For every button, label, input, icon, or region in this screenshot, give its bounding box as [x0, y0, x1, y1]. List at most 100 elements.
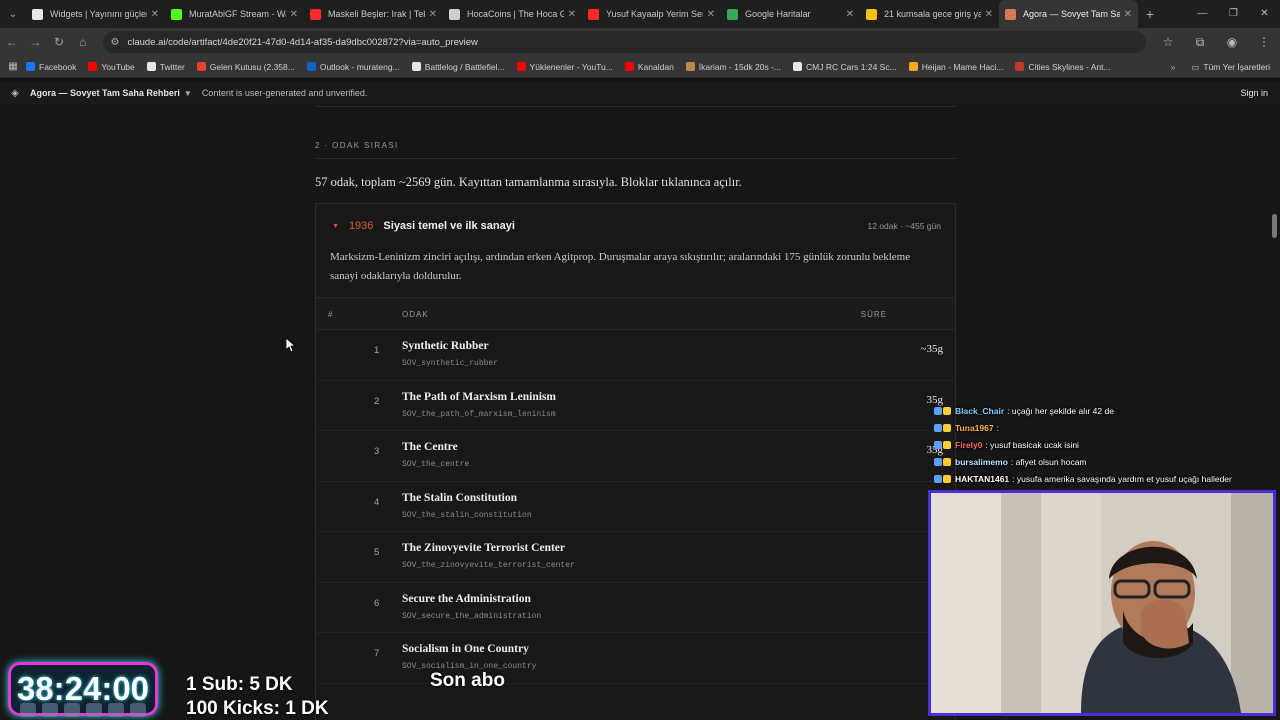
site-info-icon[interactable]: ⚙ [111, 37, 120, 48]
table-row[interactable]: 5 The Zinovyevite Terrorist Center SOV_the… [316, 532, 955, 583]
focus-name: Synthetic Rubber [402, 340, 489, 352]
taskbar-app-icon[interactable] [20, 703, 36, 717]
close-tab-icon[interactable]: ✕ [568, 9, 576, 20]
row-number: 3 [374, 446, 380, 457]
focus-name: The Centre [402, 441, 458, 453]
chat-username: bursalimemo [955, 456, 1008, 467]
browser-tab[interactable]: Widgets | Yayınını güçlen ✕ [26, 0, 165, 28]
table-row[interactable]: 6 Secure the Administration SOV_secure_the… [316, 583, 955, 633]
chat-text: : [996, 422, 999, 433]
close-tab-icon[interactable]: ✕ [151, 9, 159, 20]
close-tab-icon[interactable]: ✕ [1124, 9, 1132, 20]
divider [315, 158, 956, 159]
focus-name: Secure the Administration [402, 592, 531, 605]
browser-tab[interactable]: MuratAbiGF Stream - Wa ✕ [165, 0, 304, 28]
browser-tab[interactable]: Agora — Sovyet Tam Saha ✕ [999, 0, 1138, 28]
tab-title: 21 kumsala gece giriş yas [884, 9, 981, 19]
sign-in-button[interactable]: Sign in [1240, 88, 1268, 98]
tab-title: MuratAbiGF Stream - Wa [189, 9, 286, 19]
bookmark-favicon-icon [908, 62, 918, 71]
forward-icon[interactable]: → [24, 35, 48, 49]
bookmark-favicon-icon [196, 62, 206, 71]
all-bookmarks-label: Tüm Yer İşaretleri [1203, 62, 1270, 72]
row-number: 6 [374, 597, 380, 609]
table-row[interactable]: 3 The Centre SOV_the_centre 35g [316, 431, 955, 482]
focus-name: The Zinovyevite Terrorist Center [402, 542, 565, 554]
url-bar[interactable]: ⚙ claude.ai/code/artifact/4de20f21-47d0-… [102, 31, 1147, 53]
bookmarks-bar: ▦ Facebook YouTube Twitter Gelen Kutusu (2.… [0, 56, 1280, 78]
row-number: 2 [374, 395, 380, 407]
close-tab-icon[interactable]: ✕ [429, 9, 437, 20]
tab-favicon-icon [727, 8, 738, 20]
tab-title: Agora — Sovyet Tam Saha [1023, 9, 1120, 19]
profile-avatar-icon[interactable]: ◉ [1216, 35, 1248, 50]
close-tab-icon[interactable]: ✕ [985, 9, 993, 20]
browser-tab[interactable]: HocaCoins | The Hoca Ga ✕ [443, 0, 582, 28]
back-icon[interactable]: ← [0, 35, 24, 49]
bookmark-item[interactable]: Yüklenenler - YouTu... [516, 62, 613, 72]
minimize-icon[interactable]: — [1187, 0, 1218, 28]
stream-chat-overlay: Black_Chair: uçağı her şekilde alır 42 d… [934, 402, 1280, 487]
browser-menu-icon[interactable]: ⋮ [1248, 35, 1280, 50]
bookmark-item[interactable]: Facebook [26, 62, 76, 72]
bookmark-label: Battlelog / Battlefiel... [424, 61, 505, 72]
col-focus-header: ODAK [402, 310, 429, 319]
bookmark-item[interactable]: Gelen Kutusu (2.358... [196, 62, 295, 72]
chat-username: HAKTAN1461 [955, 473, 1010, 484]
chat-text: : uçağı her şekilde alır 42 de [1007, 405, 1114, 416]
taskbar-app-icon[interactable] [64, 703, 80, 717]
taskbar-app-icon[interactable] [130, 703, 146, 717]
focus-name: The Stalin Constitution [402, 491, 518, 504]
home-icon[interactable]: ⌂ [71, 35, 95, 49]
bookmark-item[interactable]: Twitter [146, 62, 185, 72]
bookmark-item[interactable]: Cities Skylines - Ant... [1015, 62, 1111, 72]
reload-icon[interactable]: ↻ [47, 35, 71, 49]
scrollbar-thumb[interactable] [1272, 214, 1277, 238]
taskbar-app-icon[interactable] [86, 703, 102, 717]
table-row[interactable]: 4 The Stalin Constitution SOV_the_stalin_c… [316, 482, 955, 532]
browser-tab[interactable]: Maskeli Beşler: Irak | Tek P ✕ [304, 0, 443, 28]
bookmark-item[interactable]: YouTube [88, 62, 135, 72]
close-tab-icon[interactable]: ✕ [846, 9, 854, 20]
chat-text: : afiyet olsun hocam [1010, 456, 1087, 467]
bookmark-item[interactable]: Heijan - Mame Haci... [908, 62, 1003, 72]
close-window-icon[interactable]: ✕ [1249, 0, 1280, 28]
more-bookmarks-icon[interactable]: » [1171, 62, 1176, 72]
tab-search-chevron-icon[interactable]: ⌄ [0, 0, 26, 28]
apps-grid-icon[interactable]: ▦ [0, 61, 26, 72]
maximize-icon[interactable]: ❐ [1218, 0, 1249, 28]
chat-badges-icon [934, 423, 952, 432]
focus-name: Socialism in One Country [402, 643, 529, 655]
all-bookmarks-link[interactable]: ▭ Tüm Yer İşaretleri [1191, 62, 1270, 73]
chat-badges-icon [934, 406, 952, 415]
bookmark-item[interactable]: İkariam - 15dk 20s -... [685, 62, 781, 72]
table-row[interactable]: 2 The Path of Marxism Leninism SOV_the_pat… [316, 381, 955, 431]
artifact-title[interactable]: Agora — Sovyet Tam Saha Rehberi [30, 88, 180, 98]
browser-tab[interactable]: Google Haritalar ✕ [721, 0, 860, 28]
bookmark-item[interactable]: Outlook - murateng... [306, 62, 400, 72]
collapse-triangle-icon[interactable]: ▼ [332, 223, 339, 230]
url-text: claude.ai/code/artifact/4de20f21-47d0-4d… [127, 36, 478, 48]
bookmark-favicon-icon [306, 62, 316, 71]
close-tab-icon[interactable]: ✕ [707, 9, 715, 20]
bookmark-star-icon[interactable]: ☆ [1152, 35, 1184, 50]
chat-message: Black_Chair: uçağı her şekilde alır 42 d… [934, 402, 1280, 419]
tab-favicon-icon [171, 8, 182, 20]
bookmark-item[interactable]: Battlelog / Battlefiel... [411, 61, 505, 72]
bookmark-item[interactable]: CMJ RC Cars 1:24 Sc... [793, 62, 897, 72]
sub-goal-text: 1 Sub: 5 DK [186, 674, 293, 695]
block-year: 1936 [348, 220, 374, 232]
focus-block: ▼ 1936 Siyasi temel ve ilk sanayi 12 oda… [315, 203, 956, 720]
chevron-down-icon[interactable]: ▼ [184, 89, 192, 98]
browser-tab[interactable]: 21 kumsala gece giriş yas ✕ [860, 0, 999, 28]
table-row[interactable]: 1 Synthetic Rubber SOV_synthetic_rubber ~35… [316, 330, 955, 381]
block-header[interactable]: ▼ 1936 Siyasi temel ve ilk sanayi 12 oda… [316, 204, 955, 248]
new-tab-button[interactable]: + [1138, 6, 1162, 22]
browser-tab[interactable]: Yusuf Kayaalp Yerim Seni ✕ [582, 0, 721, 28]
extensions-icon[interactable]: ⧉ [1184, 35, 1216, 50]
bookmark-item[interactable]: Kanaldan [624, 62, 674, 72]
taskbar-app-icon[interactable] [42, 703, 58, 717]
close-tab-icon[interactable]: ✕ [290, 9, 298, 20]
taskbar-app-icon[interactable] [108, 703, 124, 717]
table-row[interactable]: 7 Socialism in One Country SOV_socialism_i… [316, 633, 955, 684]
